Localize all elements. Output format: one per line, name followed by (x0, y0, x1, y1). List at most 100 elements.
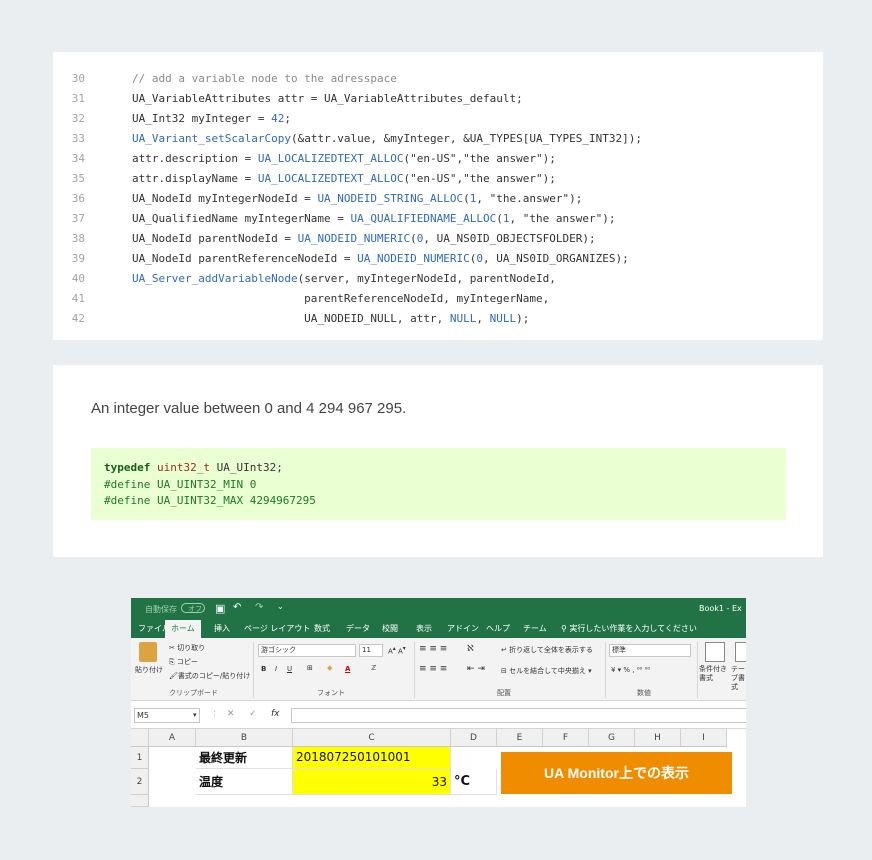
ribbon-tab[interactable]: ホーム (165, 620, 201, 638)
wrap-text-button[interactable]: ↵ 折り返して全体を表示する (501, 645, 593, 655)
horizontal-align-icons[interactable]: ≡ ≡ ≡ (419, 664, 447, 674)
paste-button[interactable]: 貼り付け (135, 665, 163, 675)
copy-label: コピー (176, 658, 198, 666)
table-format-icon[interactable] (735, 642, 746, 662)
autosave-toggle[interactable]: オフ (181, 603, 205, 613)
font-group-label: フォント (317, 689, 345, 697)
ribbon-tab[interactable]: ヘルプ (486, 623, 510, 634)
name-box[interactable]: M5 (134, 708, 200, 723)
ribbon-tab[interactable]: 挿入 (214, 623, 230, 634)
merge-center-button[interactable]: ⊟ セルを結合して中央揃え ▾ (501, 666, 592, 676)
paste-icon[interactable] (139, 642, 157, 662)
ribbon-tab[interactable]: チーム (523, 623, 547, 634)
font-size-select[interactable]: 11 (359, 644, 383, 657)
formula-bar-separator: ⋮ (211, 710, 218, 718)
italic-button[interactable]: I (275, 665, 277, 673)
home-ribbon: 貼り付け ✂ 切り取り ⎘ コピー 🖌書式のコピー/貼り付け クリップボード 游… (131, 638, 746, 701)
conditional-format-icon[interactable] (705, 642, 725, 662)
column-header[interactable]: E (497, 729, 543, 747)
formula-bar: M5 ▾ ⋮ ✕ ✓ fx (131, 701, 746, 729)
code-line: // add a variable node to the adresspace (132, 72, 397, 85)
code-line-number: 39 (71, 252, 85, 265)
bold-button[interactable]: B (261, 665, 266, 673)
code-line-number: 31 (71, 92, 85, 105)
ribbon-tab[interactable]: 校閲 (382, 623, 398, 634)
ribbon-tab[interactable]: 数式 (314, 623, 330, 634)
code-line-number: 35 (71, 172, 85, 185)
code-snippet-card: 30 // add a variable node to the adresspa… (53, 52, 823, 340)
code-line: UA_NodeId parentNodeId = UA_NODEID_NUMER… (132, 232, 596, 245)
cell-C1[interactable]: 201807250101001 (293, 747, 451, 769)
save-icon[interactable]: ▣ (215, 602, 225, 615)
formula-input[interactable] (291, 708, 746, 723)
column-header[interactable]: C (293, 729, 451, 747)
clipboard-group-label: クリップボード (169, 689, 218, 697)
number-format-select[interactable]: 標準 (609, 644, 691, 657)
code-line: UA_Int32 myInteger = 42; (132, 112, 291, 125)
cancel-icon[interactable]: ✕ (227, 709, 235, 719)
code-line: UA_NodeId parentReferenceNodeId = UA_NOD… (132, 252, 629, 265)
customize-toolbar-icon[interactable]: ⌄ (277, 602, 284, 611)
code-line-number: 41 (71, 292, 85, 305)
copy-icon: ⎘ (169, 658, 177, 666)
brush-icon: 🖌 (169, 672, 178, 680)
ribbon-tab[interactable]: アドイン (447, 623, 479, 634)
ribbon-tab[interactable]: データ (346, 623, 370, 634)
code-line: UA_NODEID_NULL, attr, NULL, NULL); (132, 312, 530, 325)
column-header[interactable]: G (589, 729, 635, 747)
description-text: An integer value between 0 and 4 294 967… (91, 400, 407, 417)
typedef-code-block: typedef uint32_t UA_UInt32; #define UA_U… (91, 448, 786, 520)
code-line-number: 36 (71, 192, 85, 205)
underline-button[interactable]: U (287, 665, 292, 673)
phonetic-icon[interactable]: ℤ (371, 664, 376, 672)
undo-icon[interactable]: ↶ (233, 602, 241, 613)
font-color-icon[interactable]: A (345, 665, 350, 673)
ribbon-tab[interactable]: 表示 (416, 623, 432, 634)
number-group-label: 数値 (637, 689, 651, 697)
table-format-button[interactable]: テーブ書式 (731, 665, 746, 692)
font-name-select[interactable]: 游ゴシック (258, 644, 356, 657)
row-header[interactable]: 1 (131, 747, 149, 769)
name-box-dropdown-icon[interactable]: ▾ (193, 711, 197, 719)
row-header[interactable]: 2 (131, 769, 149, 795)
code-line-number: 37 (71, 212, 85, 225)
format-painter-button[interactable]: 🖌書式のコピー/貼り付け (169, 671, 250, 681)
divider (697, 642, 698, 698)
orientation-icon[interactable]: ℵ (467, 644, 474, 654)
define-max-line: #define UA_UINT32_MAX 4294967295 (104, 494, 316, 507)
cell-B1[interactable]: 最終更新 (196, 747, 293, 769)
uint32-description-card: An integer value between 0 and 4 294 967… (53, 365, 823, 557)
column-header[interactable]: H (635, 729, 681, 747)
copy-button[interactable]: ⎘ コピー (169, 657, 198, 667)
column-header[interactable]: A (149, 729, 196, 747)
code-line-number: 42 (71, 312, 85, 325)
borders-icon[interactable]: ⊞ (307, 664, 313, 672)
cell-C2[interactable]: 33 (293, 769, 451, 795)
code-line: attr.displayName = UA_LOCALIZEDTEXT_ALLO… (132, 172, 556, 185)
cell-D2[interactable]: °C (451, 769, 497, 795)
cut-button[interactable]: ✂ 切り取り (169, 643, 205, 653)
accounting-percent-comma-icons[interactable]: ¥ ▾ % , ⁰⁰ ⁰⁰ (611, 666, 650, 674)
conditional-format-button[interactable]: 条件付き書式 (699, 665, 729, 683)
insert-function-icon[interactable]: fx (271, 709, 280, 719)
tell-me-search[interactable]: ⚲ 実行したい作業を入力してください (561, 623, 697, 634)
column-header[interactable]: D (451, 729, 497, 747)
row-header[interactable] (131, 795, 149, 807)
code-line-number: 34 (71, 152, 85, 165)
column-header[interactable]: I (681, 729, 727, 747)
code-line-number: 40 (71, 272, 85, 285)
enter-icon[interactable]: ✓ (249, 709, 257, 719)
redo-icon[interactable]: ↷ (255, 602, 263, 613)
indent-icons[interactable]: ⇤ ⇥ (467, 664, 485, 674)
column-header[interactable]: F (543, 729, 589, 747)
code-line: UA_NodeId myIntegerNodeId = UA_NODEID_ST… (132, 192, 583, 205)
excel-screenshot: 自動保存 オフ ▣ ↶ ↷ ⌄ Book1 - Ex ファイル ホーム 挿入 ページ … (131, 598, 746, 807)
ribbon-tab[interactable]: ページ レイアウト (244, 623, 310, 634)
font-grow-icon[interactable]: A▴ A▾ (388, 646, 406, 655)
merge-icon: ⊟ (501, 667, 510, 675)
vertical-align-icons[interactable]: ≡ ≡ ≡ (419, 644, 447, 654)
select-all-corner[interactable] (131, 729, 149, 747)
cell-B2[interactable]: 温度 (196, 769, 293, 795)
column-header[interactable]: B (196, 729, 293, 747)
fill-color-icon[interactable]: ◆ (327, 664, 332, 672)
